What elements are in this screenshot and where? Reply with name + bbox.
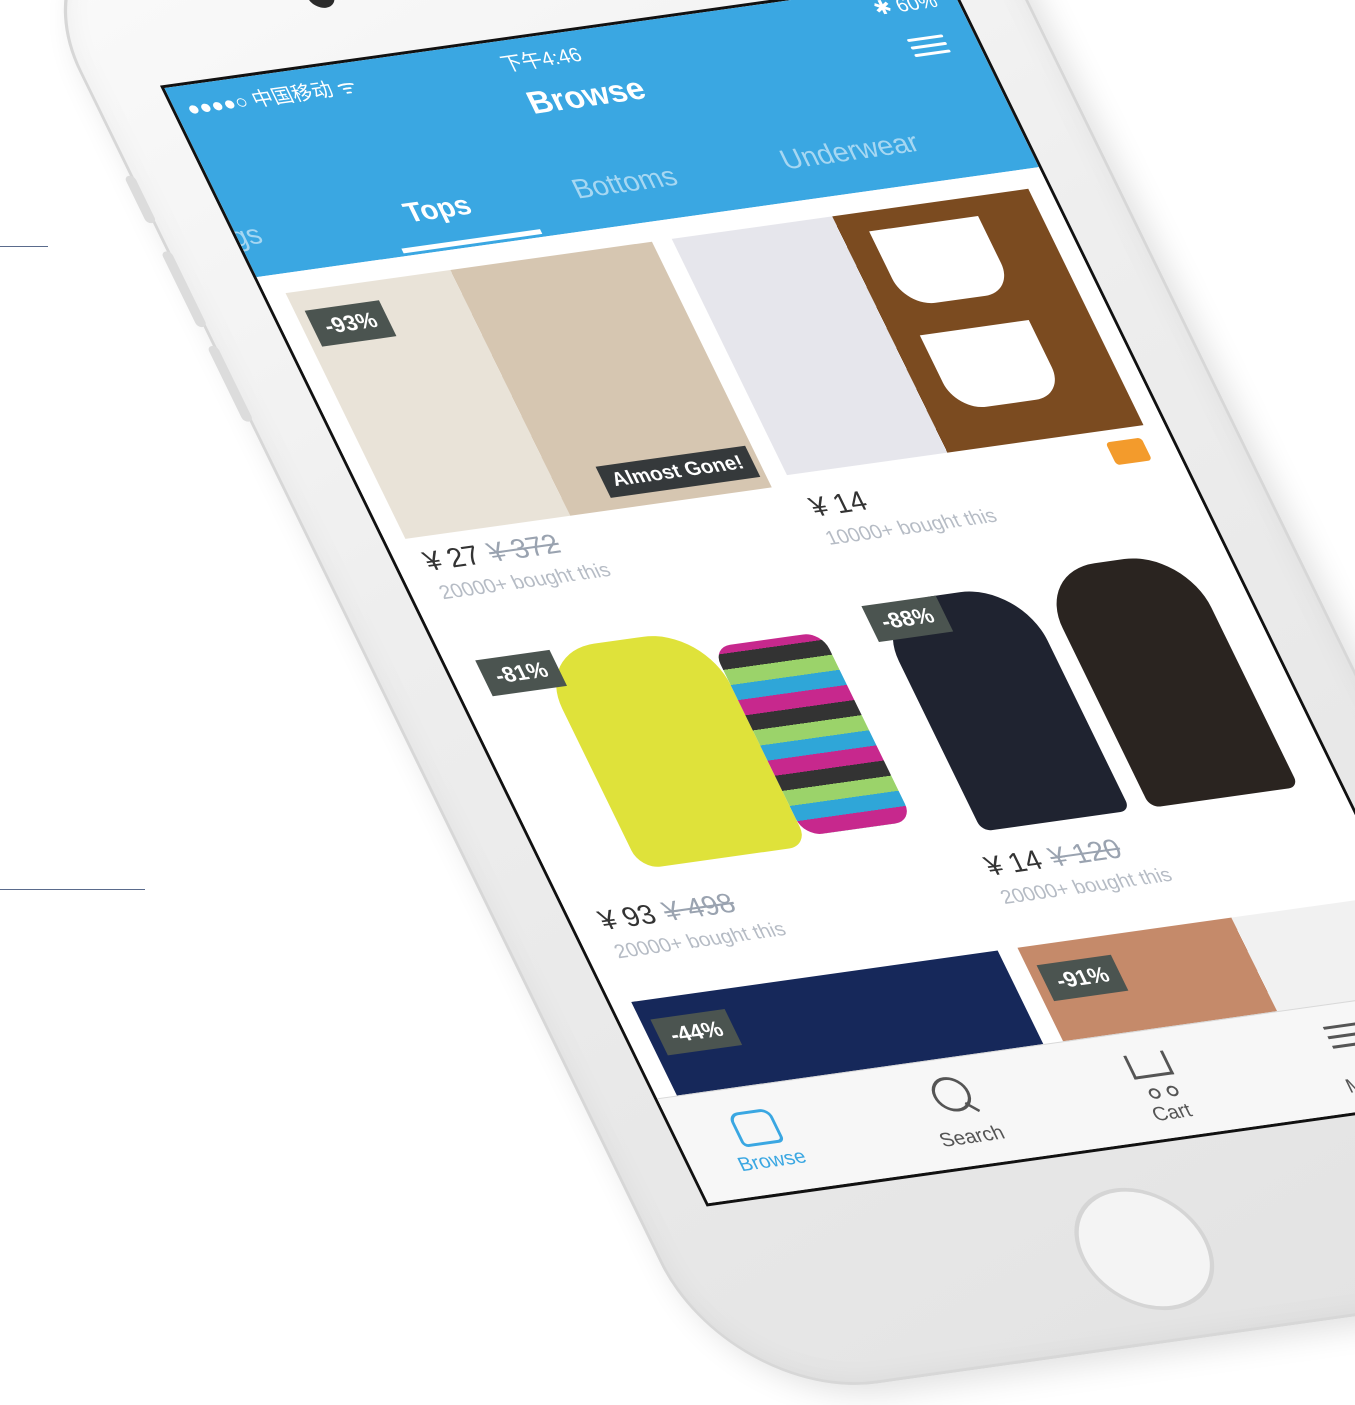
tab-browse[interactable]: Browse	[684, 1093, 837, 1181]
current-price: ¥ 93	[593, 898, 662, 936]
decorative-line-bottom	[0, 889, 145, 890]
cart-icon	[1120, 1050, 1187, 1100]
volume-up-button	[160, 250, 208, 328]
tab-underwear[interactable]: Underwear	[774, 127, 924, 176]
discount-badge: -91%	[1036, 954, 1129, 1002]
tab-more-label: More	[1341, 1070, 1355, 1098]
tab-cart[interactable]: Cart	[1080, 1037, 1237, 1132]
discount-badge: -93%	[304, 300, 397, 347]
status-time: 下午4:46	[497, 44, 586, 77]
discount-badge: -81%	[475, 649, 568, 697]
tab-previous[interactable]: gs	[224, 219, 268, 253]
mute-switch	[123, 175, 157, 224]
original-price: ¥ 120	[1043, 833, 1127, 873]
search-icon	[920, 1074, 987, 1124]
tab-search-label: Search	[935, 1122, 1009, 1152]
crop-top-image	[919, 320, 1066, 411]
current-price: ¥ 27	[417, 539, 487, 577]
tab-search[interactable]: Search	[882, 1065, 1037, 1156]
current-price: ¥ 14	[979, 844, 1048, 882]
tab-cart-label: Cart	[1148, 1099, 1196, 1126]
home-button[interactable]	[1051, 1179, 1238, 1319]
tab-bottoms[interactable]: Bottoms	[566, 161, 682, 206]
volume-down-button	[206, 345, 254, 423]
product-price: ¥ 14	[804, 485, 873, 523]
original-price: ¥ 372	[481, 528, 566, 568]
discount-badge: -44%	[650, 1008, 743, 1056]
original-price: ¥ 498	[656, 887, 741, 927]
tab-more[interactable]: More	[1278, 1010, 1355, 1104]
current-price: ¥ 14	[804, 485, 873, 523]
crop-top-image	[869, 216, 1015, 307]
decorative-line-top	[0, 246, 48, 247]
battery-status: ✱ 60%	[869, 0, 942, 20]
phone-frame: ●●●●○ 中国移动 ᯤ 下午4:46 ✱ 60% Browse gs Tops…	[10, 0, 1355, 1405]
truck-icon	[1105, 437, 1153, 466]
menu-icon	[1318, 1021, 1355, 1071]
home-icon	[727, 1107, 786, 1148]
tab-tops[interactable]: Tops	[398, 190, 477, 229]
front-camera	[301, 0, 340, 10]
tab-browse-label: Browse	[734, 1145, 811, 1176]
product-grid: -93% Almost Gone! ¥ 27¥ 372 20000+ bough…	[256, 167, 1355, 1109]
app-screen: ●●●●○ 中国移动 ᯤ 下午4:46 ✱ 60% Browse gs Tops…	[159, 0, 1355, 1207]
almost-gone-tag: Almost Gone!	[595, 445, 761, 498]
